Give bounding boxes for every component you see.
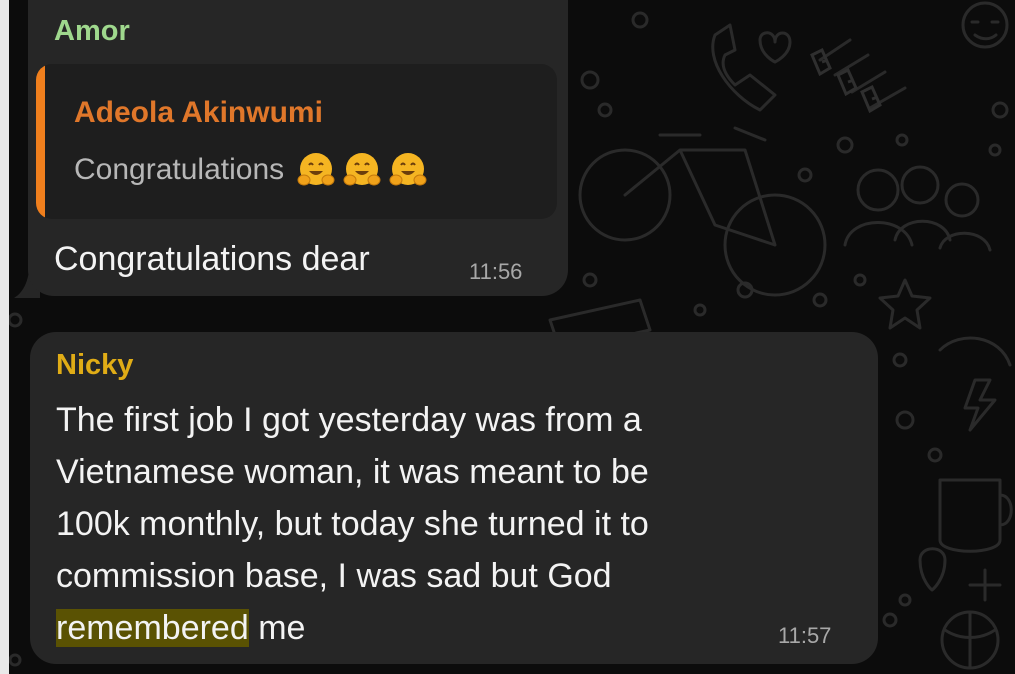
message-line: Vietnamese woman, it was meant to be [56, 453, 649, 491]
message-text: The first job I got yesterday was from a… [56, 394, 649, 654]
quoted-reply[interactable]: Adeola Akinwumi Congratulations [36, 64, 557, 219]
message-line: commission base, I was sad but God [56, 557, 612, 595]
smiling-face-with-open-hands-icon [296, 151, 336, 189]
search-highlight: remembered [56, 609, 249, 647]
smiling-face-with-open-hands-icon [342, 151, 382, 189]
message-time: 11:57 [778, 623, 832, 648]
message-bubble-amor[interactable]: Amor Adeola Akinwumi Congratulations Con… [28, 0, 568, 296]
reply-author: Adeola Akinwumi [74, 96, 323, 129]
reply-content: Congratulations [74, 150, 428, 190]
message-bubble-nicky[interactable]: Nicky The first job I got yesterday was … [30, 332, 878, 664]
window-left-edge [0, 0, 9, 674]
message-line-rest: me [248, 609, 306, 647]
message-line: 100k monthly, but today she turned it to [56, 505, 649, 543]
message-text: Congratulations dear [54, 240, 370, 278]
message-line: The first job I got yesterday was from a [56, 401, 642, 439]
message-line: remembered me [56, 602, 649, 654]
sender-name[interactable]: Amor [54, 14, 130, 48]
reply-emojis [296, 151, 428, 189]
message-time: 11:56 [469, 259, 523, 284]
reply-text: Congratulations [74, 153, 285, 186]
reply-accent-bar [36, 64, 45, 219]
sender-name[interactable]: Nicky [56, 348, 133, 382]
smiling-face-with-open-hands-icon [388, 151, 428, 189]
